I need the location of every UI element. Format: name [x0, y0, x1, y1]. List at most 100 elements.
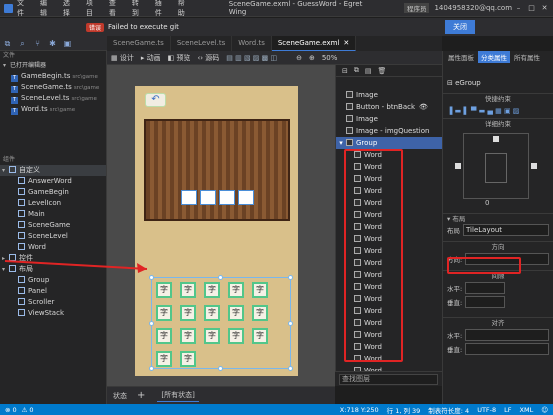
- constraint-value[interactable]: 0: [485, 199, 489, 207]
- tab-property-panel[interactable]: 属性面板: [445, 51, 477, 63]
- word-cell[interactable]: 字: [180, 351, 196, 367]
- answer-slot[interactable]: [237, 190, 254, 205]
- minimize-icon[interactable]: –: [512, 4, 525, 12]
- word-cell[interactable]: 字: [156, 351, 172, 367]
- word-cell[interactable]: 字: [156, 305, 172, 321]
- scene-stage[interactable]: ↶ 字字字字字字字字字字字字字字字字字: [135, 86, 298, 376]
- line-ending[interactable]: LF: [504, 406, 511, 414]
- error-count[interactable]: 0: [12, 406, 16, 414]
- menu-edit[interactable]: 编辑: [40, 0, 54, 18]
- preview-button[interactable]: ◧ 预览: [168, 53, 191, 63]
- layer-item[interactable]: Image - imgQuestion: [336, 125, 442, 137]
- feedback-icon[interactable]: ☺: [541, 406, 548, 414]
- word-cell[interactable]: 字: [228, 305, 244, 321]
- menu-plugins[interactable]: 插件: [155, 0, 169, 18]
- selection-handle[interactable]: [218, 275, 223, 280]
- component-item[interactable]: LevelIcon: [0, 198, 106, 209]
- menu-help[interactable]: 帮助: [178, 0, 192, 18]
- language-mode[interactable]: XML: [520, 406, 534, 414]
- design-canvas[interactable]: ↶ 字字字字字字字字字字字字字字字字字: [4, 65, 335, 386]
- question-image[interactable]: [144, 119, 290, 221]
- selection-handle[interactable]: [288, 366, 293, 371]
- close-tab-icon[interactable]: ✕: [343, 39, 349, 47]
- open-file-item[interactable]: T Word.ts src\game: [0, 104, 106, 115]
- layout-select[interactable]: TileLayout: [463, 224, 549, 236]
- all-states-tab[interactable]: [所有状态]: [157, 389, 199, 402]
- open-file-item[interactable]: T SceneGame.ts src\game: [0, 82, 106, 93]
- quick-constraint-icons[interactable]: ▐ ▬ ▌ ▀ ▬ ▄ ▦ ▣ ▨: [443, 104, 553, 118]
- answer-slot[interactable]: [199, 190, 216, 205]
- word-cell[interactable]: 字: [252, 282, 268, 298]
- source-button[interactable]: ‹› 源码: [197, 53, 219, 63]
- zoom-in-icon[interactable]: ⊕: [309, 54, 315, 62]
- search-icon[interactable]: ⌕: [18, 39, 27, 48]
- word-cell[interactable]: 字: [204, 328, 220, 344]
- open-file-item[interactable]: T GameBegin.ts src\game: [0, 71, 106, 82]
- word-cell[interactable]: 字: [252, 328, 268, 344]
- component-item[interactable]: Panel: [0, 286, 106, 297]
- delete-icon[interactable]: 🗑: [378, 67, 387, 75]
- tab-category-props[interactable]: 分类属性: [478, 51, 510, 63]
- tab-all-props[interactable]: 所有属性: [511, 51, 543, 63]
- word-cell[interactable]: 字: [156, 282, 172, 298]
- word-group[interactable]: 字字字字字字字字字字字字字字字字字: [149, 275, 293, 371]
- v-gap-input[interactable]: [465, 296, 506, 308]
- align-icons[interactable]: ▤ ▥ ▧ ▨ ▩ ◫: [226, 54, 277, 62]
- tab-scenegame-exml[interactable]: SceneGame.exml ✕: [271, 36, 357, 51]
- selection-handle[interactable]: [149, 366, 154, 371]
- group-custom[interactable]: ▾ 自定义: [0, 165, 106, 176]
- menu-view[interactable]: 查看: [109, 0, 123, 18]
- design-button[interactable]: ▦ 设计: [111, 53, 134, 63]
- visibility-icon[interactable]: 👁: [419, 103, 428, 111]
- component-item[interactable]: Scroller: [0, 297, 106, 308]
- lock-icon[interactable]: ⊟: [342, 67, 348, 75]
- files-icon[interactable]: ⧉: [3, 39, 12, 48]
- menu-goto[interactable]: 转到: [132, 0, 146, 18]
- close-window-icon[interactable]: ✕: [538, 4, 551, 12]
- layer-item[interactable]: Button - btnBack 👁: [336, 101, 442, 113]
- component-item[interactable]: ViewStack: [0, 308, 106, 319]
- zoom-out-icon[interactable]: ⊖: [296, 54, 302, 62]
- constraint-check[interactable]: [455, 163, 461, 169]
- git-icon[interactable]: ⑂: [33, 39, 42, 48]
- word-cell[interactable]: 字: [180, 328, 196, 344]
- account-name[interactable]: 1404958320@qq.com: [434, 4, 512, 12]
- tab-size[interactable]: 制表符长度: 4: [428, 405, 469, 415]
- close-notification-button[interactable]: 关闭: [445, 20, 475, 34]
- word-cell[interactable]: 字: [156, 328, 172, 344]
- line-col[interactable]: 行 1, 列 39: [387, 405, 421, 415]
- component-item[interactable]: Group: [0, 275, 106, 286]
- tab-scenegame-ts[interactable]: SceneGame.ts: [107, 36, 171, 51]
- animation-button[interactable]: ▸ 动画: [141, 53, 161, 63]
- back-button[interactable]: ↶: [145, 93, 166, 107]
- answer-slot[interactable]: [218, 190, 235, 205]
- h-align-select[interactable]: [465, 329, 549, 341]
- component-icon[interactable]: ▣: [63, 39, 72, 48]
- answer-slot[interactable]: [180, 190, 197, 205]
- maximize-icon[interactable]: □: [525, 4, 538, 12]
- tab-word-ts[interactable]: Word.ts: [232, 36, 272, 51]
- layer-search-input[interactable]: 查找图层: [339, 374, 438, 385]
- menu-project[interactable]: 项目: [86, 0, 100, 18]
- component-item[interactable]: SceneLevel: [0, 231, 106, 242]
- word-cell[interactable]: 字: [180, 305, 196, 321]
- tab-scenelevel-ts[interactable]: SceneLevel.ts: [171, 36, 233, 51]
- user-badge[interactable]: 程序员: [403, 3, 430, 13]
- component-item[interactable]: GameBegin: [0, 187, 106, 198]
- chevron-down-icon[interactable]: ▾: [336, 137, 346, 149]
- encoding[interactable]: UTF-8: [477, 406, 496, 414]
- constraint-check[interactable]: [531, 163, 537, 169]
- menu-select[interactable]: 选择: [63, 0, 77, 18]
- word-cell[interactable]: 字: [180, 282, 196, 298]
- word-cell[interactable]: 字: [204, 305, 220, 321]
- component-item[interactable]: AnswerWord: [0, 176, 106, 187]
- debug-icon[interactable]: ✱: [48, 39, 57, 48]
- layer-item-group[interactable]: ▾ Group: [336, 137, 442, 149]
- h-gap-input[interactable]: [465, 282, 506, 294]
- component-item[interactable]: Main: [0, 209, 106, 220]
- v-align-select[interactable]: [465, 343, 549, 355]
- add-state-icon[interactable]: +: [137, 390, 145, 401]
- selection-handle[interactable]: [149, 321, 154, 326]
- menu-file[interactable]: 文件: [17, 0, 31, 18]
- open-file-item[interactable]: T SceneLevel.ts src\game: [0, 93, 106, 104]
